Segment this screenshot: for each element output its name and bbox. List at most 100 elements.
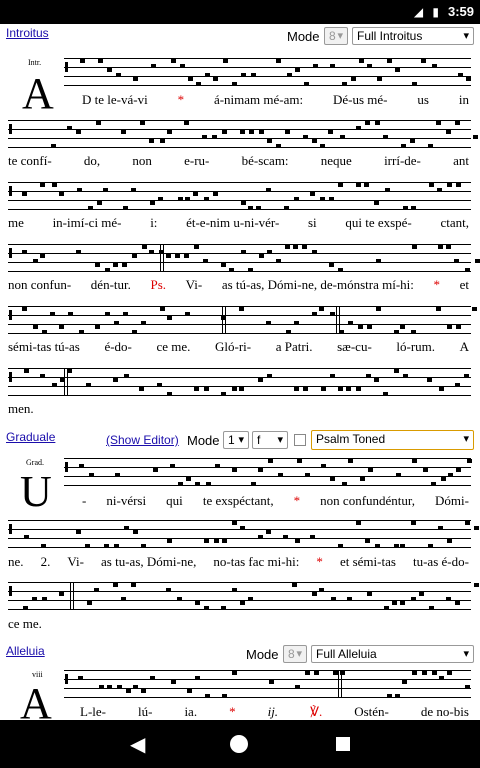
neume-mark: [454, 121, 460, 125]
neume-mark: [410, 139, 416, 143]
chant-content[interactable]: Introitus Mode 8 Full Introitus Intr. A …: [0, 24, 480, 720]
neume-mark: [429, 605, 435, 610]
neume-mark: [446, 596, 452, 601]
neume-mark: [466, 459, 472, 463]
neume-mark: [293, 196, 299, 201]
neume-mark: [284, 205, 290, 210]
double-bar: [160, 244, 164, 272]
neume-mark: [258, 468, 264, 472]
neume-mark: [392, 601, 398, 605]
neume-mark: [368, 468, 374, 472]
alleluia-link[interactable]: Alleluia: [6, 644, 45, 658]
neume-mark: [141, 245, 147, 249]
neume-mark: [337, 543, 343, 548]
staff: [8, 244, 480, 272]
alleluia-section: Alleluia Mode 8 Full Alleluia viii A L-l…: [0, 642, 480, 720]
neume-mark: [231, 81, 237, 86]
neume-mark: [458, 72, 464, 77]
neume-mark: [220, 391, 226, 396]
neume-mark: [267, 249, 273, 254]
neume-mark: [204, 605, 210, 610]
neume-mark: [51, 183, 57, 187]
introitus-link[interactable]: Introitus: [6, 26, 49, 40]
neume-mark: [321, 463, 327, 468]
neume-mark: [430, 481, 436, 486]
neume-mark: [277, 472, 283, 477]
neume-mark: [427, 543, 433, 548]
neume-mark: [212, 192, 218, 196]
neume-mark: [195, 481, 201, 486]
neume-mark: [411, 521, 417, 525]
neume-mark: [319, 307, 325, 311]
neume-mark: [364, 183, 370, 187]
neume-mark: [231, 387, 237, 391]
neume-mark: [314, 671, 320, 675]
graduale-mode-label: Mode: [187, 433, 220, 448]
neume-mark: [311, 311, 317, 316]
staff: [8, 182, 471, 210]
neume-mark: [113, 263, 119, 267]
recents-icon[interactable]: [336, 737, 350, 751]
neume-mark: [329, 311, 335, 316]
neume-mark: [78, 675, 84, 680]
neume-mark: [313, 63, 319, 68]
neume-mark: [287, 72, 293, 77]
alleluia-annotation: viii: [32, 670, 43, 679]
introitus-section: Introitus Mode 8 Full Introitus Intr. A …: [0, 24, 480, 424]
neume-mark: [49, 311, 55, 316]
neume-mark: [184, 254, 189, 258]
neume-mark: [222, 693, 228, 698]
neume-mark: [112, 583, 118, 587]
neume-mark: [437, 245, 443, 249]
graduale-mode-select[interactable]: 1: [223, 431, 249, 449]
alleluia-mode-select[interactable]: 8: [283, 645, 307, 663]
neume-mark: [96, 121, 102, 125]
lyric-line: D te le-vá-vi * á-nimam mé-am: Dé-us mé-us i…: [82, 92, 469, 107]
alleluia-type-select[interactable]: Full Alleluia: [311, 645, 474, 663]
neume-mark: [195, 81, 201, 86]
neume-mark: [206, 481, 212, 486]
neume-mark: [438, 675, 444, 680]
neume-mark: [105, 311, 111, 316]
graduale-link[interactable]: Graduale: [6, 430, 55, 444]
neume-mark: [213, 77, 219, 81]
double-bar: [70, 582, 74, 610]
psalm-tone-checkbox[interactable]: [294, 434, 306, 446]
neume-mark: [394, 68, 400, 72]
neume-mark: [374, 121, 380, 125]
neume-mark: [341, 81, 347, 86]
neume-mark: [116, 72, 122, 77]
neume-mark: [179, 63, 185, 68]
psalm-tone-select[interactable]: Psalm Toned: [311, 430, 474, 450]
neume-mark: [393, 543, 399, 548]
neume-mark: [375, 258, 381, 263]
staff: [8, 520, 480, 548]
neume-mark: [447, 671, 453, 675]
neume-mark: [202, 134, 208, 139]
neume-mark: [319, 196, 325, 201]
neume-mark: [213, 539, 219, 543]
neume-mark: [276, 59, 282, 63]
introitus-type-select[interactable]: Full Introitus: [352, 27, 474, 45]
neume-mark: [166, 587, 172, 592]
neume-mark: [251, 72, 257, 77]
lyric-line: men.: [8, 401, 34, 416]
neume-mark: [132, 329, 138, 334]
neume-mark: [159, 139, 165, 143]
neume-mark: [320, 387, 326, 391]
show-editor-link[interactable]: (Show Editor): [106, 433, 179, 447]
neume-mark: [377, 77, 383, 81]
neume-mark: [347, 320, 353, 325]
neume-mark: [40, 254, 46, 258]
graduale-key-select[interactable]: f: [252, 431, 288, 449]
neume-mark: [204, 693, 210, 698]
home-icon[interactable]: [230, 735, 248, 753]
neume-mark: [106, 68, 112, 72]
neume-mark: [204, 196, 210, 201]
neume-mark: [257, 378, 263, 382]
neume-mark: [411, 245, 417, 249]
neume-mark: [456, 468, 462, 472]
introitus-mode-select[interactable]: 8: [324, 27, 348, 45]
back-icon[interactable]: ◀: [130, 732, 145, 756]
neume-mark: [283, 534, 289, 539]
